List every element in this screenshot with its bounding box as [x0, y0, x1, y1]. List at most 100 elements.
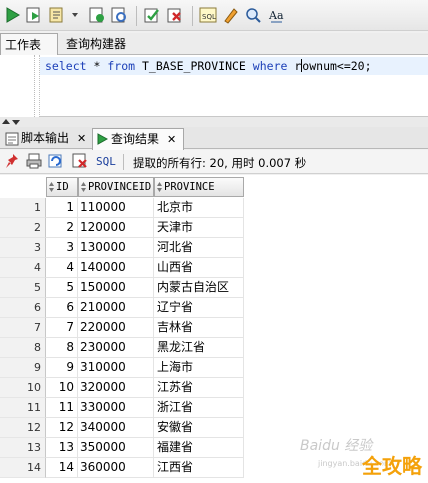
explain-dropdown-icon[interactable]	[72, 13, 78, 17]
row-header[interactable]: 10	[0, 378, 46, 398]
cell-province[interactable]: 天津市	[154, 218, 244, 238]
cell-provinceid[interactable]: 330000	[78, 398, 154, 418]
cell-province[interactable]: 黑龙江省	[154, 338, 244, 358]
tab-worksheet[interactable]: 工作表	[0, 33, 58, 56]
cell-id[interactable]: 11	[46, 398, 78, 418]
row-number: 9	[34, 361, 41, 374]
cell-id[interactable]: 12	[46, 418, 78, 438]
cell-province[interactable]: 北京市	[154, 198, 244, 218]
sql-button[interactable]: SQL	[96, 155, 116, 168]
cell-provinceid[interactable]: 360000	[78, 458, 154, 478]
row-header[interactable]: 12	[0, 418, 46, 438]
cell-provinceid[interactable]: 310000	[78, 358, 154, 378]
cell-id[interactable]: 6	[46, 298, 78, 318]
row-number: 4	[34, 261, 41, 274]
refresh-icon[interactable]	[48, 153, 64, 169]
row-header[interactable]: 4	[0, 258, 46, 278]
explain-plan-icon[interactable]	[48, 6, 66, 24]
tab-script-output[interactable]: 脚本输出 ✕	[3, 128, 89, 149]
cell-provinceid[interactable]: 320000	[78, 378, 154, 398]
tab-query-result-label: 查询结果	[111, 132, 160, 146]
commit-icon[interactable]	[143, 6, 161, 24]
row-number: 11	[27, 401, 41, 414]
cell-provinceid[interactable]: 110000	[78, 198, 154, 218]
cell-id[interactable]: 10	[46, 378, 78, 398]
cell-id[interactable]: 9	[46, 358, 78, 378]
run-script-icon[interactable]	[25, 6, 43, 24]
tab-query-result[interactable]: 查询结果 ✕	[92, 128, 184, 150]
cell-provinceid[interactable]: 210000	[78, 298, 154, 318]
close-icon[interactable]: ✕	[167, 129, 176, 150]
row-header[interactable]: 2	[0, 218, 46, 238]
cell-id[interactable]: 1	[46, 198, 78, 218]
print-icon[interactable]	[26, 153, 42, 169]
svg-text:SQL: SQL	[202, 13, 216, 21]
editor-tab-bar: 工作表 查询构建器	[0, 33, 428, 56]
column-header-provinceid[interactable]: PROVINCEID	[78, 177, 154, 197]
cell-province[interactable]: 福建省	[154, 438, 244, 458]
result-toolbar: SQL 提取的所有行: 20, 用时 0.007 秒	[0, 150, 428, 174]
row-header[interactable]: 5	[0, 278, 46, 298]
close-icon[interactable]: ✕	[77, 128, 86, 149]
cell-province[interactable]: 河北省	[154, 238, 244, 258]
cell-province[interactable]: 江苏省	[154, 378, 244, 398]
cancel-query-icon[interactable]	[72, 153, 88, 169]
cell-provinceid[interactable]: 220000	[78, 318, 154, 338]
cell-provinceid[interactable]: 140000	[78, 258, 154, 278]
row-number: 12	[27, 421, 41, 434]
row-header[interactable]: 7	[0, 318, 46, 338]
row-header[interactable]: 14	[0, 458, 46, 478]
cell-provinceid[interactable]: 350000	[78, 438, 154, 458]
cell-id[interactable]: 4	[46, 258, 78, 278]
collapse-down-icon[interactable]	[12, 120, 20, 125]
cell-provinceid[interactable]: 340000	[78, 418, 154, 438]
cell-id[interactable]: 7	[46, 318, 78, 338]
pane-splitter[interactable]	[0, 117, 428, 127]
sql-history-icon[interactable]: SQL	[199, 6, 217, 24]
row-header[interactable]: 9	[0, 358, 46, 378]
column-header-province[interactable]: PROVINCE	[154, 177, 244, 197]
pin-icon[interactable]	[5, 153, 21, 169]
find-icon[interactable]	[244, 6, 262, 24]
column-header-id[interactable]: ID	[46, 177, 78, 197]
cell-id[interactable]: 13	[46, 438, 78, 458]
row-header[interactable]: 13	[0, 438, 46, 458]
row-number: 1	[34, 201, 41, 214]
cell-id[interactable]: 5	[46, 278, 78, 298]
case-icon[interactable]: Aa	[268, 6, 286, 24]
cell-id[interactable]: 2	[46, 218, 78, 238]
cell-provinceid[interactable]: 130000	[78, 238, 154, 258]
sql-statement[interactable]: select * from T_BASE_PROVINCE where rown…	[45, 58, 372, 74]
cell-province[interactable]: 吉林省	[154, 318, 244, 338]
clear-icon[interactable]	[222, 6, 240, 24]
watermark-logo: 全攻略	[362, 454, 422, 478]
keyword-select: select	[45, 59, 87, 73]
tab-query-builder[interactable]: 查询构建器	[62, 33, 162, 55]
autotrace-icon[interactable]	[88, 6, 106, 24]
cell-province[interactable]: 安徽省	[154, 418, 244, 438]
rollback-icon[interactable]	[166, 6, 184, 24]
row-header[interactable]: 3	[0, 238, 46, 258]
cell-id[interactable]: 3	[46, 238, 78, 258]
collapse-up-icon[interactable]	[2, 119, 10, 124]
row-header[interactable]: 1	[0, 198, 46, 218]
cell-provinceid[interactable]: 150000	[78, 278, 154, 298]
cell-province[interactable]: 浙江省	[154, 398, 244, 418]
cell-id[interactable]: 14	[46, 458, 78, 478]
cell-province[interactable]: 上海市	[154, 358, 244, 378]
select-star: *	[93, 59, 101, 73]
row-header[interactable]: 11	[0, 398, 46, 418]
row-header[interactable]: 6	[0, 298, 46, 318]
sql-tuning-icon[interactable]	[110, 6, 128, 24]
sort-icon	[81, 182, 86, 192]
cell-province[interactable]: 内蒙古自治区	[154, 278, 244, 298]
cell-province[interactable]: 山西省	[154, 258, 244, 278]
cell-id[interactable]: 8	[46, 338, 78, 358]
row-header[interactable]: 8	[0, 338, 46, 358]
sql-editor[interactable]: select * from T_BASE_PROVINCE where rown…	[0, 55, 428, 117]
run-statement-icon[interactable]	[4, 6, 22, 24]
cell-province[interactable]: 江西省	[154, 458, 244, 478]
cell-province[interactable]: 辽宁省	[154, 298, 244, 318]
cell-provinceid[interactable]: 230000	[78, 338, 154, 358]
cell-provinceid[interactable]: 120000	[78, 218, 154, 238]
